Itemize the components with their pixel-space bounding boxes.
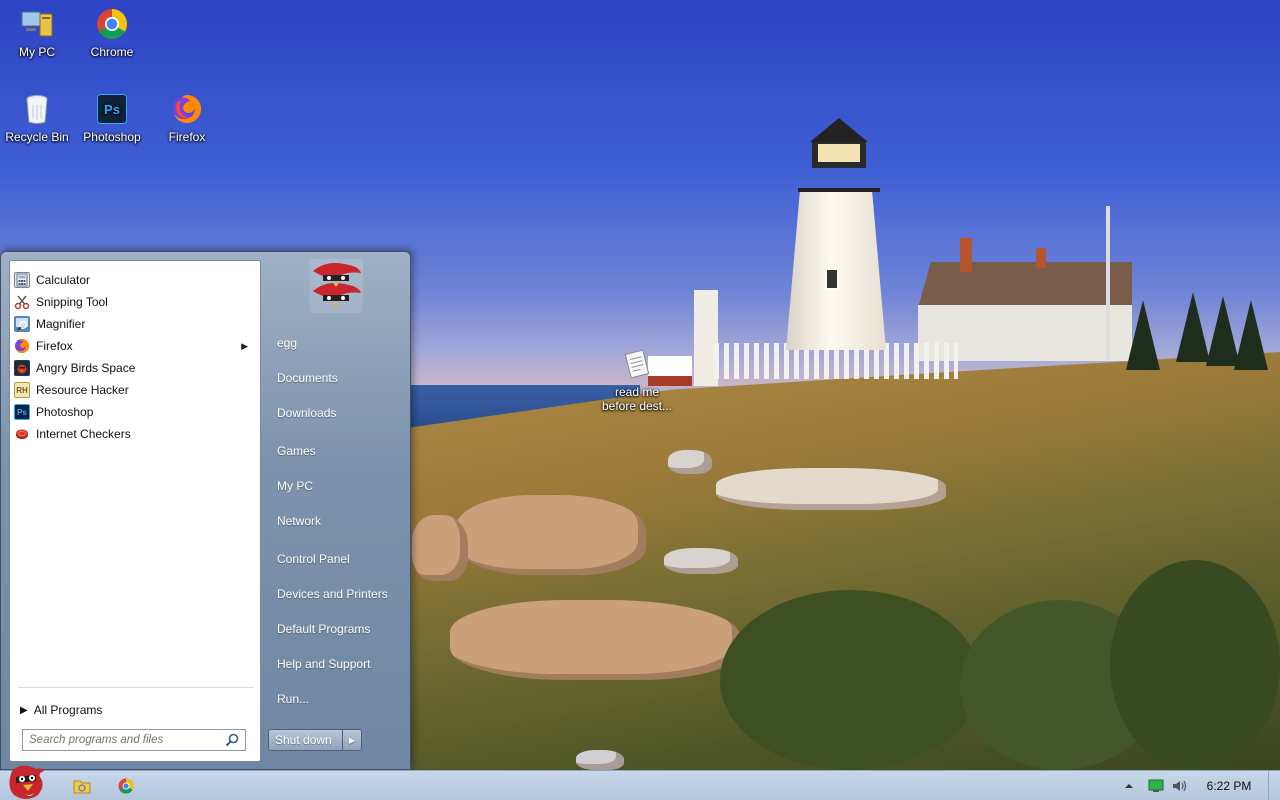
wallpaper-lighthouse-gallery bbox=[798, 164, 880, 192]
search-icon[interactable] bbox=[225, 733, 239, 747]
user-avatar[interactable] bbox=[307, 257, 365, 315]
desktop-icon-firefox[interactable]: Firefox bbox=[150, 91, 224, 144]
start-right-my-pc[interactable]: My PC bbox=[269, 472, 403, 500]
desktop-icon-photoshop[interactable]: Ps Photoshop bbox=[75, 91, 149, 144]
start-program-photoshop[interactable]: Ps Photoshop bbox=[14, 401, 258, 423]
desktop-icon-read-me[interactable]: read me before dest... bbox=[600, 346, 674, 413]
start-program-label: Snipping Tool bbox=[36, 295, 108, 309]
taskbar: 6:22 PM bbox=[0, 765, 1280, 800]
taskbar-explorer-button[interactable] bbox=[68, 774, 96, 798]
wallpaper-shrub bbox=[720, 590, 980, 770]
start-program-angry-birds-space[interactable]: Angry Birds Space bbox=[14, 357, 258, 379]
wallpaper-rock bbox=[450, 600, 740, 680]
chevron-right-icon: ▶ bbox=[20, 704, 28, 716]
start-program-label: Angry Birds Space bbox=[36, 361, 136, 375]
network-icon[interactable] bbox=[1148, 771, 1164, 800]
start-program-label: Firefox bbox=[36, 339, 73, 353]
photoshop-icon: Ps bbox=[14, 404, 30, 420]
start-program-label: Calculator bbox=[36, 273, 91, 287]
show-hidden-icons-arrow[interactable] bbox=[1124, 771, 1134, 800]
programs-separator bbox=[18, 687, 254, 688]
start-button[interactable] bbox=[4, 763, 48, 800]
start-right-devices-printers[interactable]: Devices and Printers bbox=[269, 580, 403, 608]
recycle-bin-icon bbox=[19, 91, 55, 127]
computer-icon bbox=[19, 6, 55, 42]
photoshop-icon: Ps bbox=[94, 91, 130, 127]
start-right-network[interactable]: Network bbox=[269, 507, 403, 535]
start-right-control-panel[interactable]: Control Panel bbox=[269, 545, 403, 573]
start-program-internet-checkers[interactable]: Internet Checkers bbox=[14, 423, 258, 445]
all-programs-label: All Programs bbox=[33, 703, 103, 717]
scissors-icon bbox=[14, 294, 30, 310]
wallpaper-tree bbox=[1234, 300, 1268, 370]
svg-text:Ps: Ps bbox=[104, 102, 120, 117]
submenu-arrow-icon[interactable]: ▶ bbox=[241, 341, 248, 352]
wallpaper-chimney bbox=[960, 238, 972, 272]
right-pane-separator bbox=[269, 540, 401, 541]
document-icon bbox=[619, 346, 655, 382]
start-menu: Calculator Snipping Tool Magnifier Firef… bbox=[0, 251, 411, 770]
explorer-icon bbox=[73, 780, 91, 794]
start-program-firefox[interactable]: Firefox ▶ bbox=[14, 335, 258, 357]
wallpaper-rock bbox=[716, 468, 946, 510]
wallpaper-lighthouse-glass bbox=[818, 144, 860, 162]
shutdown-button-group: Shut down ▶ bbox=[268, 729, 362, 751]
wallpaper-tree bbox=[1206, 296, 1240, 366]
wallpaper-rock bbox=[576, 750, 624, 770]
start-right-games[interactable]: Games bbox=[269, 437, 403, 465]
right-pane-separator bbox=[269, 432, 401, 433]
wallpaper-tree bbox=[1176, 292, 1210, 362]
firefox-icon bbox=[169, 91, 205, 127]
start-right-default-programs[interactable]: Default Programs bbox=[269, 615, 403, 643]
magnifier-icon bbox=[14, 316, 30, 332]
chrome-icon bbox=[118, 778, 134, 794]
desktop-icon-my-pc[interactable]: My PC bbox=[0, 6, 74, 59]
start-program-label: Magnifier bbox=[36, 317, 86, 331]
start-search-input[interactable] bbox=[29, 734, 225, 746]
start-program-snipping-tool[interactable]: Snipping Tool bbox=[14, 291, 258, 313]
start-program-label: Internet Checkers bbox=[36, 427, 131, 441]
start-search-box[interactable] bbox=[22, 729, 246, 751]
chrome-icon bbox=[94, 6, 130, 42]
firefox-icon bbox=[14, 338, 30, 354]
wallpaper-flagpole bbox=[1106, 206, 1110, 360]
angry-birds-icon bbox=[14, 360, 30, 376]
checkers-icon bbox=[14, 426, 30, 442]
start-right-downloads[interactable]: Downloads bbox=[269, 399, 403, 427]
wallpaper-chimney bbox=[1036, 248, 1046, 268]
desktop-icon-chrome[interactable]: Chrome bbox=[75, 6, 149, 59]
start-orb-icon bbox=[9, 765, 44, 799]
start-program-magnifier[interactable]: Magnifier bbox=[14, 313, 258, 335]
start-menu-programs-pane: Calculator Snipping Tool Magnifier Firef… bbox=[9, 260, 261, 762]
shutdown-label: Shut down bbox=[275, 733, 332, 747]
start-program-label: Resource Hacker bbox=[36, 383, 129, 397]
wallpaper-lighthouse-cap bbox=[810, 118, 868, 142]
wallpaper-shrub bbox=[1110, 560, 1280, 770]
wallpaper-rock bbox=[456, 495, 646, 575]
desktop-icon-recycle-bin[interactable]: Recycle Bin bbox=[0, 91, 74, 144]
wallpaper-rock bbox=[664, 548, 738, 574]
resource-hacker-icon: RH bbox=[14, 382, 30, 398]
start-right-documents[interactable]: Documents bbox=[269, 364, 403, 392]
shutdown-options-arrow-icon[interactable]: ▶ bbox=[343, 730, 361, 750]
wallpaper-lighthouse-window bbox=[825, 268, 839, 290]
taskbar-chrome-button[interactable] bbox=[112, 774, 140, 798]
taskbar-clock[interactable]: 6:22 PM bbox=[1196, 771, 1262, 800]
wallpaper-rock bbox=[668, 450, 712, 474]
start-right-run[interactable]: Run... bbox=[269, 685, 403, 713]
start-program-label: Photoshop bbox=[36, 405, 94, 419]
calculator-icon bbox=[14, 272, 30, 288]
start-right-user[interactable]: egg bbox=[269, 329, 403, 357]
start-program-calculator[interactable]: Calculator bbox=[14, 269, 258, 291]
start-right-help-support[interactable]: Help and Support bbox=[269, 650, 403, 678]
all-programs-button[interactable]: ▶ All Programs bbox=[18, 699, 254, 721]
wallpaper-rock bbox=[412, 515, 468, 581]
show-desktop-button[interactable] bbox=[1268, 771, 1280, 800]
wallpaper-house-roof bbox=[918, 262, 1132, 308]
volume-icon[interactable] bbox=[1172, 771, 1188, 800]
start-program-resource-hacker[interactable]: RH Resource Hacker bbox=[14, 379, 258, 401]
shutdown-button[interactable]: Shut down bbox=[269, 730, 343, 750]
